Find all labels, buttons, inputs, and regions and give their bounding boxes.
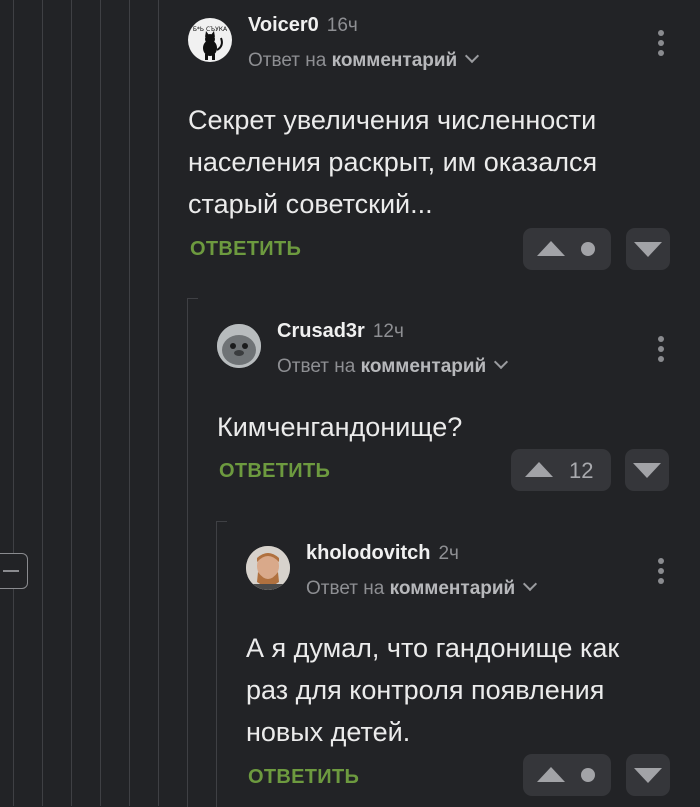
upvote-button[interactable] (523, 754, 611, 796)
rating-hidden-dot (581, 768, 595, 782)
chevron-down-icon (465, 48, 480, 64)
arrow-up-icon (537, 767, 565, 782)
reply-button[interactable]: ОТВЕТИТЬ (248, 766, 359, 789)
reply-button[interactable]: ОТВЕТИТЬ (190, 238, 301, 261)
more-options-icon[interactable] (658, 30, 664, 60)
avatar[interactable] (246, 546, 290, 590)
chevron-down-icon (523, 576, 538, 592)
reply-to-link[interactable]: Ответ на комментарий (277, 354, 509, 378)
arrow-down-icon (634, 768, 662, 783)
comment-text: Кимченгандонище? (217, 412, 463, 442)
author-name[interactable]: Crusad3r 12ч (277, 320, 404, 343)
comment: kholodovitch 2ч Ответ на комментарий А я … (246, 538, 670, 806)
comment: Crusad3r 12ч Ответ на комментарий Кимченг… (217, 316, 670, 496)
upvote-button[interactable] (523, 228, 611, 270)
collapse-thread-button[interactable] (0, 553, 28, 589)
thread-branch (187, 298, 198, 807)
thread-line (158, 0, 159, 806)
comment-text: А я думал, что гандонище как раз для кон… (246, 633, 620, 747)
author-name[interactable]: Voicer0 16ч (248, 14, 358, 37)
comment-time: 12ч (372, 321, 404, 342)
thread-line (13, 0, 14, 806)
reply-to-link[interactable]: Ответ на комментарий (306, 576, 538, 600)
seal-avatar-icon (217, 324, 261, 368)
thread-line (100, 0, 101, 806)
downvote-button[interactable] (625, 449, 669, 491)
rating-score: 12 (569, 458, 594, 483)
thread-line (71, 0, 72, 806)
arrow-down-icon (633, 463, 661, 478)
thread-branch (216, 521, 227, 807)
svg-text:Б*Ь СЪУКА: Б*Ь СЪУКА (193, 26, 228, 33)
reply-to-link[interactable]: Ответ на комментарий (248, 48, 480, 72)
rating-hidden-dot (581, 242, 595, 256)
arrow-up-icon (525, 462, 553, 477)
reply-button[interactable]: ОТВЕТИТЬ (219, 460, 330, 483)
comment-time: 2ч (438, 543, 459, 564)
cat-avatar-icon: Б*Ь СЪУКА (193, 26, 228, 60)
more-options-icon[interactable] (658, 558, 664, 588)
avatar[interactable]: Б*Ь СЪУКА (188, 18, 232, 62)
man-avatar-icon (246, 546, 290, 590)
thread-line (129, 0, 130, 806)
upvote-button[interactable]: 12 (511, 449, 611, 491)
author-name[interactable]: kholodovitch 2ч (306, 542, 459, 565)
arrow-down-icon (634, 242, 662, 257)
chevron-down-icon (494, 354, 509, 370)
comment-time: 16ч (326, 15, 358, 36)
downvote-button[interactable] (626, 228, 670, 270)
thread-line (42, 0, 43, 806)
comment-text: Секрет увеличения численности населения … (188, 105, 598, 219)
more-options-icon[interactable] (658, 336, 664, 366)
downvote-button[interactable] (626, 754, 670, 796)
arrow-up-icon (537, 241, 565, 256)
avatar[interactable] (217, 324, 261, 368)
comment: Б*Ь СЪУКА Voicer0 16ч Ответ на комментари… (188, 10, 670, 280)
